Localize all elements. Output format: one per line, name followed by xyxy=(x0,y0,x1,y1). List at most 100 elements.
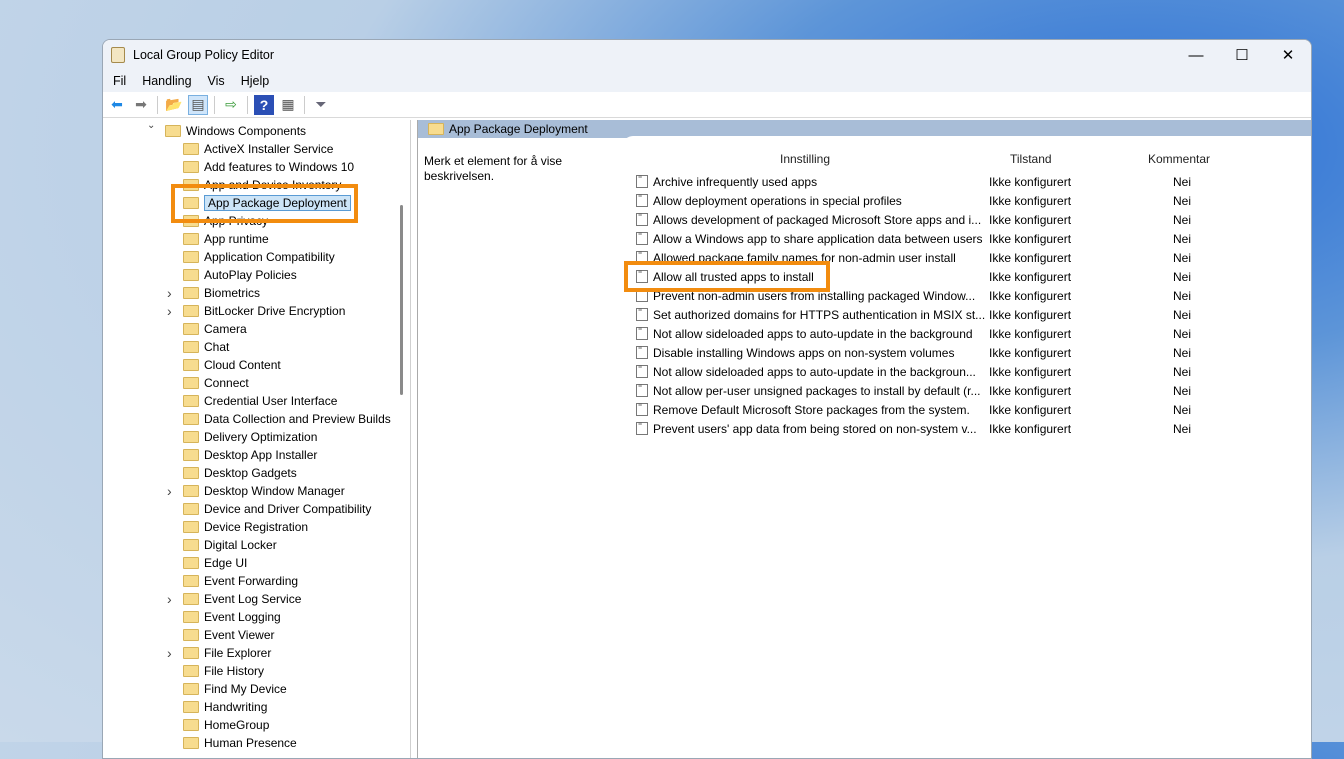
tree-node[interactable]: Desktop App Installer xyxy=(183,446,317,464)
tree-node[interactable]: Credential User Interface xyxy=(183,392,337,410)
policy-state: Ikke konfigurert xyxy=(989,364,1072,379)
policy-comment: Nei xyxy=(1173,288,1192,303)
tree-node[interactable]: Desktop Gadgets xyxy=(183,464,297,482)
policy-setting-icon: ≡ xyxy=(636,383,648,397)
tree-node[interactable]: Event Viewer xyxy=(183,626,274,644)
policy-setting-icon: ≡ xyxy=(636,307,648,321)
policy-row[interactable]: ≡ Disable installing Windows apps on non-… xyxy=(636,343,954,362)
properties-icon[interactable]: ▦ xyxy=(278,95,298,115)
minimize-button[interactable]: — xyxy=(1173,40,1219,70)
tree-node[interactable]: Delivery Optimization xyxy=(183,428,317,446)
tree-node[interactable]: Device Registration xyxy=(183,518,308,536)
close-button[interactable]: ✕ xyxy=(1265,40,1311,70)
standard-tab xyxy=(623,136,1311,146)
policy-state: Ikke konfigurert xyxy=(989,402,1072,417)
column-state[interactable]: Tilstand xyxy=(1010,152,1052,166)
column-comment[interactable]: Kommentar xyxy=(1148,152,1210,166)
chevron-down-icon[interactable]: ⌄ xyxy=(147,120,155,131)
policy-row[interactable]: ≡ Not allow per-user unsigned packages to… xyxy=(636,381,981,400)
export-list-icon[interactable]: ⇨ xyxy=(221,95,241,115)
chevron-right-icon[interactable]: › xyxy=(167,645,172,661)
tree-node[interactable]: Event Forwarding xyxy=(183,572,298,590)
tree-node[interactable]: Add features to Windows 10 xyxy=(183,158,354,176)
tree-node[interactable]: Digital Locker xyxy=(183,536,277,554)
policy-comment: Nei xyxy=(1173,307,1192,322)
policy-setting-icon: ≡ xyxy=(636,402,648,416)
tree-node[interactable]: Edge UI xyxy=(183,554,247,572)
tree-node[interactable]: AutoPlay Policies xyxy=(183,266,297,284)
policy-name: Allow deployment operations in special p… xyxy=(653,193,902,208)
toolbar-separator xyxy=(247,95,248,114)
tree-node[interactable]: App runtime xyxy=(183,230,269,248)
menu-hjelp[interactable]: Hjelp xyxy=(233,74,278,88)
menu-vis[interactable]: Vis xyxy=(200,74,233,88)
up-folder-icon[interactable]: 📂 xyxy=(164,95,184,115)
column-setting[interactable]: Innstilling xyxy=(780,152,830,166)
policy-setting-icon: ≡ xyxy=(636,174,648,188)
policy-state: Ikke konfigurert xyxy=(989,212,1072,227)
tree-scrollbar[interactable] xyxy=(400,205,403,395)
policy-row[interactable]: ≡ Remove Default Microsoft Store packages… xyxy=(636,400,970,419)
folder-icon xyxy=(183,683,199,695)
tree-node[interactable]: Event Logging xyxy=(183,608,281,626)
tree-node-label: Data Collection and Preview Builds xyxy=(204,412,391,426)
policy-row[interactable]: ≡ Archive infrequently used apps xyxy=(636,172,817,191)
chevron-right-icon[interactable]: › xyxy=(167,591,172,607)
help-icon[interactable]: ? xyxy=(254,94,274,115)
policy-row[interactable]: ≡ Not allow sideloaded apps to auto-updat… xyxy=(636,362,976,381)
tree-node[interactable]: › BitLocker Drive Encryption xyxy=(167,302,345,320)
tree-node[interactable]: Data Collection and Preview Builds xyxy=(183,410,391,428)
tree-node[interactable]: Human Presence xyxy=(183,734,297,752)
folder-icon xyxy=(183,449,199,461)
tree-node-label: Credential User Interface xyxy=(204,394,338,408)
tree-node[interactable]: Chat xyxy=(183,338,229,356)
folder-icon xyxy=(183,323,199,335)
policy-state: Ikke konfigurert xyxy=(989,250,1072,265)
tree-node[interactable]: › Biometrics xyxy=(167,284,260,302)
tree-node-windows-components[interactable]: ⌄ Windows Components xyxy=(147,120,306,140)
policy-row[interactable]: ≡ Allow a Windows app to share applicatio… xyxy=(636,229,983,248)
show-hide-tree-icon[interactable]: ▤ xyxy=(188,94,208,115)
policy-name: Not allow sideloaded apps to auto-update… xyxy=(653,364,976,379)
tree-node[interactable]: Device and Driver Compatibility xyxy=(183,500,371,518)
policy-row[interactable]: ≡ Allow deployment operations in special … xyxy=(636,191,902,210)
menu-fil[interactable]: Fil xyxy=(105,74,134,88)
policy-row[interactable]: ≡ Set authorized domains for HTTPS authen… xyxy=(636,305,985,324)
folder-icon xyxy=(183,485,199,497)
tree-node-label: Desktop App Installer xyxy=(204,448,318,462)
policy-state: Ikke konfigurert xyxy=(989,307,1072,322)
policy-setting-icon: ≡ xyxy=(636,193,648,207)
tree-node[interactable]: › File Explorer xyxy=(167,644,271,662)
menu-handling[interactable]: Handling xyxy=(134,74,199,88)
policy-comment: Nei xyxy=(1173,269,1192,284)
tree-node[interactable]: HomeGroup xyxy=(183,716,269,734)
policy-name: Remove Default Microsoft Store packages … xyxy=(653,402,970,417)
tree-node-label: Event Viewer xyxy=(204,628,275,642)
chevron-right-icon[interactable]: › xyxy=(167,303,172,319)
policy-row[interactable]: ≡ Prevent users' app data from being stor… xyxy=(636,419,977,438)
tree-node[interactable]: Find My Device xyxy=(183,680,287,698)
tree-node-label: HomeGroup xyxy=(204,718,270,732)
chevron-right-icon[interactable]: › xyxy=(167,285,172,301)
tree-node[interactable]: Cloud Content xyxy=(183,356,281,374)
maximize-button[interactable]: ☐ xyxy=(1219,40,1265,70)
tree-node[interactable]: Handwriting xyxy=(183,698,267,716)
tree-node[interactable]: File History xyxy=(183,662,264,680)
tree-node[interactable]: › Event Log Service xyxy=(167,590,301,608)
tree-node[interactable]: Application Compatibility xyxy=(183,248,335,266)
tree-node[interactable]: Camera xyxy=(183,320,247,338)
tree-node[interactable]: › Desktop Window Manager xyxy=(167,482,345,500)
chevron-right-icon[interactable]: › xyxy=(167,483,172,499)
policy-comment: Nei xyxy=(1173,326,1192,341)
policy-row[interactable]: ≡ Not allow sideloaded apps to auto-updat… xyxy=(636,324,973,343)
folder-icon xyxy=(183,287,199,299)
policy-state: Ikke konfigurert xyxy=(989,231,1072,246)
filter-icon[interactable]: ⏷ xyxy=(311,95,331,115)
folder-icon xyxy=(428,123,444,135)
policy-name: Archive infrequently used apps xyxy=(653,174,818,189)
back-icon[interactable]: ⬅ xyxy=(107,95,127,115)
tree-node[interactable]: ActiveX Installer Service xyxy=(183,140,333,158)
policy-row[interactable]: ≡ Allows development of packaged Microsof… xyxy=(636,210,981,229)
tree-node[interactable]: Connect xyxy=(183,374,249,392)
forward-icon[interactable]: ➡ xyxy=(131,95,151,115)
